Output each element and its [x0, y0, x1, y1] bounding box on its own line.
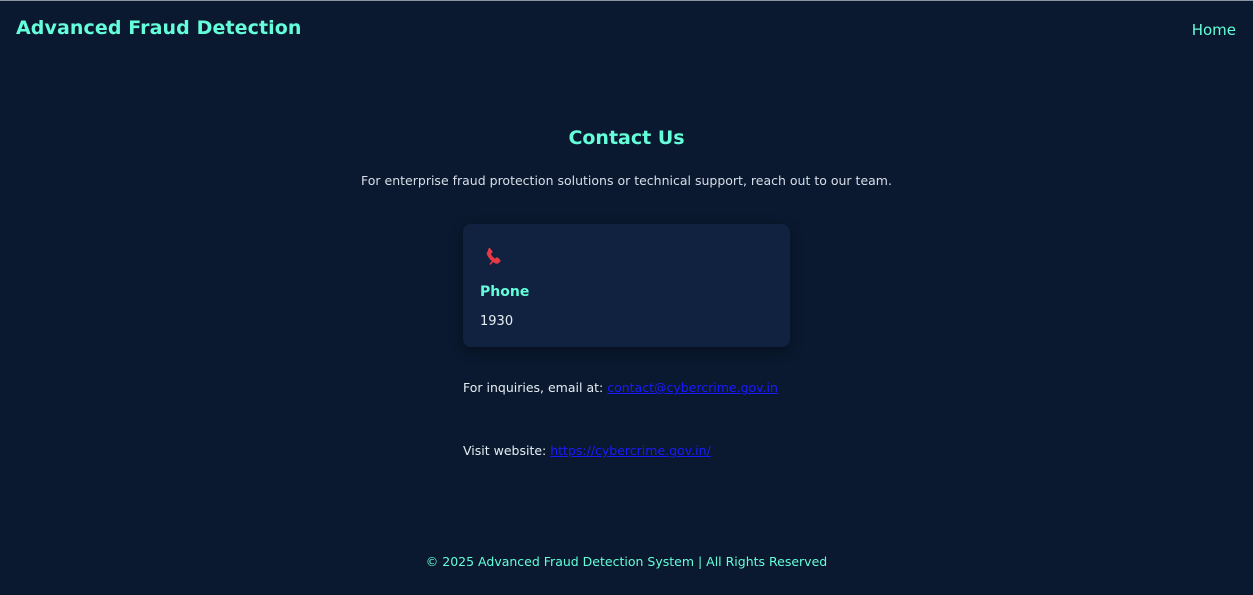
- phone-card-title: Phone: [480, 284, 530, 300]
- footer-copyright: © 2025 Advanced Fraud Detection System |…: [425, 554, 828, 569]
- nav-home-link[interactable]: Home: [1192, 21, 1236, 39]
- phone-number: 1930: [480, 314, 514, 329]
- phone-icon: [482, 245, 506, 269]
- website-line: Visit website: https://cybercrime.gov.in…: [463, 443, 711, 458]
- page-title: Contact Us: [568, 127, 685, 149]
- email-link[interactable]: contact@cybercrime.gov.in: [607, 380, 778, 395]
- intro-text: For enterprise fraud protection solution…: [361, 173, 892, 188]
- website-link[interactable]: https://cybercrime.gov.in/: [550, 443, 710, 458]
- email-prefix: For inquiries, email at:: [463, 380, 604, 395]
- website-prefix: Visit website:: [463, 443, 547, 458]
- email-line: For inquiries, email at: contact@cybercr…: [463, 380, 778, 395]
- phone-card: Phone 1930: [463, 224, 790, 347]
- brand-title[interactable]: Advanced Fraud Detection: [16, 17, 302, 39]
- page: Advanced Fraud Detection Home Contact Us…: [0, 0, 1253, 595]
